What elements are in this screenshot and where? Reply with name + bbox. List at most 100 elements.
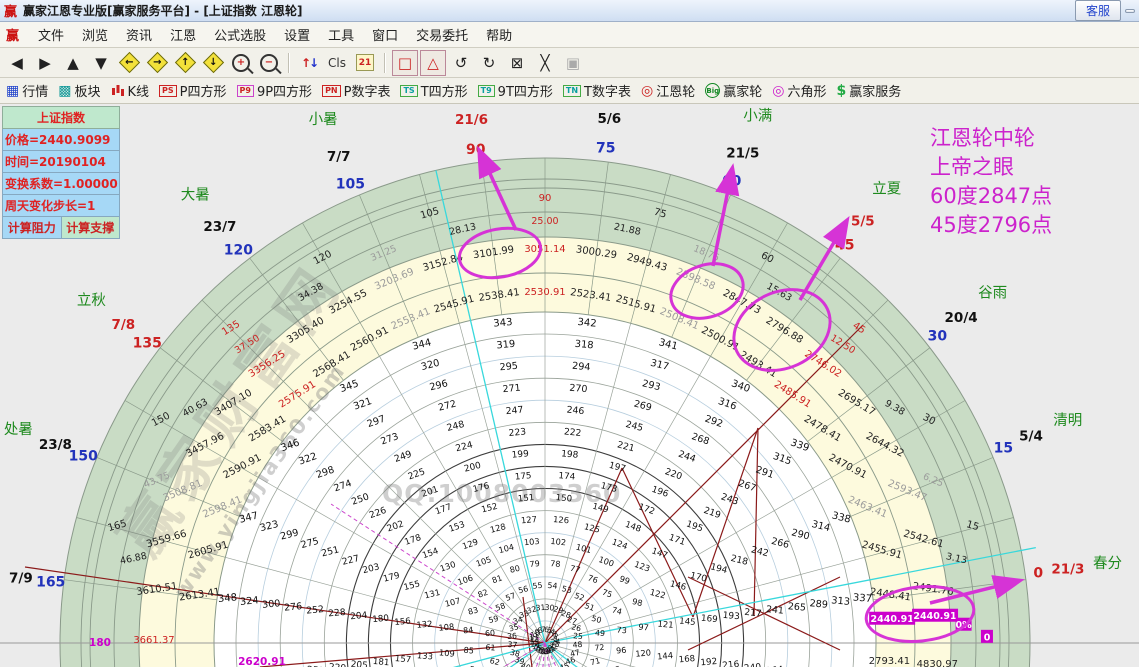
stamp-button: ▣ xyxy=(565,53,581,72)
partial-edge-button[interactable] xyxy=(1125,8,1135,13)
menu-bar: 赢 文件 浏览 资讯 江恩 公式选股 设置 工具 窗口 交易委托 帮助 xyxy=(0,22,1139,48)
p-square-label: P四方形 xyxy=(179,85,227,100)
svg-text:265: 265 xyxy=(787,601,806,614)
customer-service-button[interactable]: 客服 xyxy=(1074,0,1121,21)
next-period-button[interactable]: ▼ xyxy=(88,50,114,76)
menu-item-trade-orders[interactable]: 交易委托 xyxy=(407,22,477,47)
toolbar-item-quotes[interactable]: ▦ 行情 xyxy=(6,81,49,101)
pan-up-button[interactable]: ↑ xyxy=(172,50,198,76)
svg-text:78: 78 xyxy=(550,559,561,569)
draw-square-button[interactable]: □ xyxy=(392,49,418,76)
time-value: 时间=20190104 xyxy=(2,151,120,173)
toolbar-item-sectors[interactable]: ▩ 板块 xyxy=(58,81,100,101)
svg-text:21/3: 21/3 xyxy=(1051,562,1084,578)
svg-text:337: 337 xyxy=(852,592,872,605)
cls-button[interactable]: Cls xyxy=(324,50,350,76)
svg-text:165: 165 xyxy=(36,574,65,590)
toolbar-item-kline[interactable]: K线 xyxy=(111,81,149,100)
calendar-button[interactable]: 21 xyxy=(352,50,378,76)
svg-text:180: 180 xyxy=(372,614,390,625)
menu-item-window[interactable]: 窗口 xyxy=(363,22,407,47)
svg-text:5/5: 5/5 xyxy=(851,213,875,229)
boxed-x-button[interactable]: ⊠ xyxy=(504,50,530,76)
toolbar-item-t-number-table[interactable]: TN T数字表 xyxy=(562,81,631,100)
svg-text:5/6: 5/6 xyxy=(597,111,621,127)
svg-text:168: 168 xyxy=(678,654,695,665)
svg-text:294: 294 xyxy=(572,361,591,374)
svg-text:289: 289 xyxy=(809,598,828,611)
svg-text:144: 144 xyxy=(657,650,674,661)
menu-item-formula-stock-pick[interactable]: 公式选股 xyxy=(205,22,275,47)
pan-right-button[interactable]: → xyxy=(144,50,170,76)
menu-item-tools[interactable]: 工具 xyxy=(319,22,363,47)
window-title: 赢家江恩专业版[赢家服务平台] - [上证指数 江恩轮] xyxy=(23,4,303,18)
gann-wheel-icon: ◎ xyxy=(641,82,654,99)
svg-text:2620.91: 2620.91 xyxy=(238,656,286,667)
svg-text:120: 120 xyxy=(224,243,253,259)
rotate-ccw-button[interactable]: ↺ xyxy=(448,50,474,76)
back-button[interactable]: ◀ xyxy=(4,50,30,76)
toolbar-item-hexagon[interactable]: ◎ 六角形 xyxy=(772,81,826,101)
svg-text:343: 343 xyxy=(493,317,513,330)
svg-text:54: 54 xyxy=(547,581,558,591)
svg-text:175: 175 xyxy=(514,471,532,482)
gann-wheel-label: 江恩轮 xyxy=(656,85,696,100)
svg-text:处暑: 处暑 xyxy=(4,421,33,438)
p-number-table-label: P数字表 xyxy=(343,85,391,100)
svg-text:246: 246 xyxy=(566,405,585,418)
svg-text:204: 204 xyxy=(350,611,368,623)
svg-text:谷雨: 谷雨 xyxy=(978,284,1007,301)
title-bar: 赢 赢家江恩专业版[赢家服务平台] - [上证指数 江恩轮] 客服 xyxy=(0,0,1139,22)
toolbar-item-t-square[interactable]: TS T四方形 xyxy=(400,81,468,100)
calc-resistance-button[interactable]: 计算阻力 xyxy=(2,217,62,239)
svg-text:7/9: 7/9 xyxy=(9,571,33,587)
price-value: 价格=2440.9099 xyxy=(2,129,120,151)
svg-text:30: 30 xyxy=(928,328,948,344)
menu-item-gann[interactable]: 江恩 xyxy=(161,22,205,47)
forward-button[interactable]: ▶ xyxy=(32,50,58,76)
menu-item-file[interactable]: 文件 xyxy=(29,22,73,47)
draw-triangle-button[interactable]: △ xyxy=(420,49,446,76)
toolbar-item-winner-service[interactable]: $ 赢家服务 xyxy=(836,81,901,101)
annotation-block: 江恩轮中轮 上帝之眼 60度2847点 45度2796点 xyxy=(930,124,1052,240)
svg-text:3051.14: 3051.14 xyxy=(524,244,565,255)
svg-text:小满: 小满 xyxy=(743,107,772,124)
toolbar-item-gann-wheel[interactable]: ◎ 江恩轮 xyxy=(641,81,696,101)
menu-item-browse[interactable]: 浏览 xyxy=(73,22,117,47)
fit-center-button[interactable]: ╳ xyxy=(532,50,558,76)
zoom-in-button[interactable]: + xyxy=(228,50,254,76)
zoom-out-button[interactable]: − xyxy=(256,50,282,76)
svg-text:85: 85 xyxy=(463,646,474,656)
quotes-label: 行情 xyxy=(22,85,49,100)
menu-item-settings[interactable]: 设置 xyxy=(275,22,319,47)
svg-text:7/8: 7/8 xyxy=(111,317,135,333)
pan-down-button[interactable]: ↓ xyxy=(200,50,226,76)
toolbar-item-p-square[interactable]: PS P四方形 xyxy=(159,81,227,100)
toolbar-item-9t-square[interactable]: T9 9T四方形 xyxy=(477,81,553,100)
toolbar-item-9p-square[interactable]: P9 9P四方形 xyxy=(236,81,313,100)
svg-text:247: 247 xyxy=(505,405,524,418)
quote-panel-title: 上证指数 xyxy=(2,106,120,129)
scale-updown-button[interactable]: ↑↓ xyxy=(296,50,322,76)
9p-square-label: 9P四方形 xyxy=(256,85,313,100)
9p-square-icon: P9 xyxy=(236,84,254,97)
rotate-cw-button[interactable]: ↻ xyxy=(476,50,502,76)
menu-item-help[interactable]: 帮助 xyxy=(477,22,521,47)
svg-text:180: 180 xyxy=(89,637,111,649)
toolbar-item-winner-wheel[interactable]: Big 赢家轮 xyxy=(705,81,762,100)
menu-item-news[interactable]: 资讯 xyxy=(117,22,161,47)
annotation-line: 江恩轮中轮 xyxy=(930,126,1035,150)
svg-text:229: 229 xyxy=(328,663,346,667)
svg-text:300: 300 xyxy=(262,598,281,611)
calc-support-button[interactable]: 计算支撑 xyxy=(61,217,120,239)
prev-period-button[interactable]: ▲ xyxy=(60,50,86,76)
pan-left-button[interactable]: ← xyxy=(116,50,142,76)
svg-text:75: 75 xyxy=(596,141,615,157)
svg-text:5/4: 5/4 xyxy=(1019,429,1043,445)
svg-text:228: 228 xyxy=(328,608,346,620)
svg-text:295: 295 xyxy=(499,361,518,374)
svg-text:126: 126 xyxy=(553,514,570,525)
svg-text:342: 342 xyxy=(577,317,597,330)
svg-text:313: 313 xyxy=(831,595,851,608)
toolbar-item-p-number-table[interactable]: PN P数字表 xyxy=(322,81,390,100)
